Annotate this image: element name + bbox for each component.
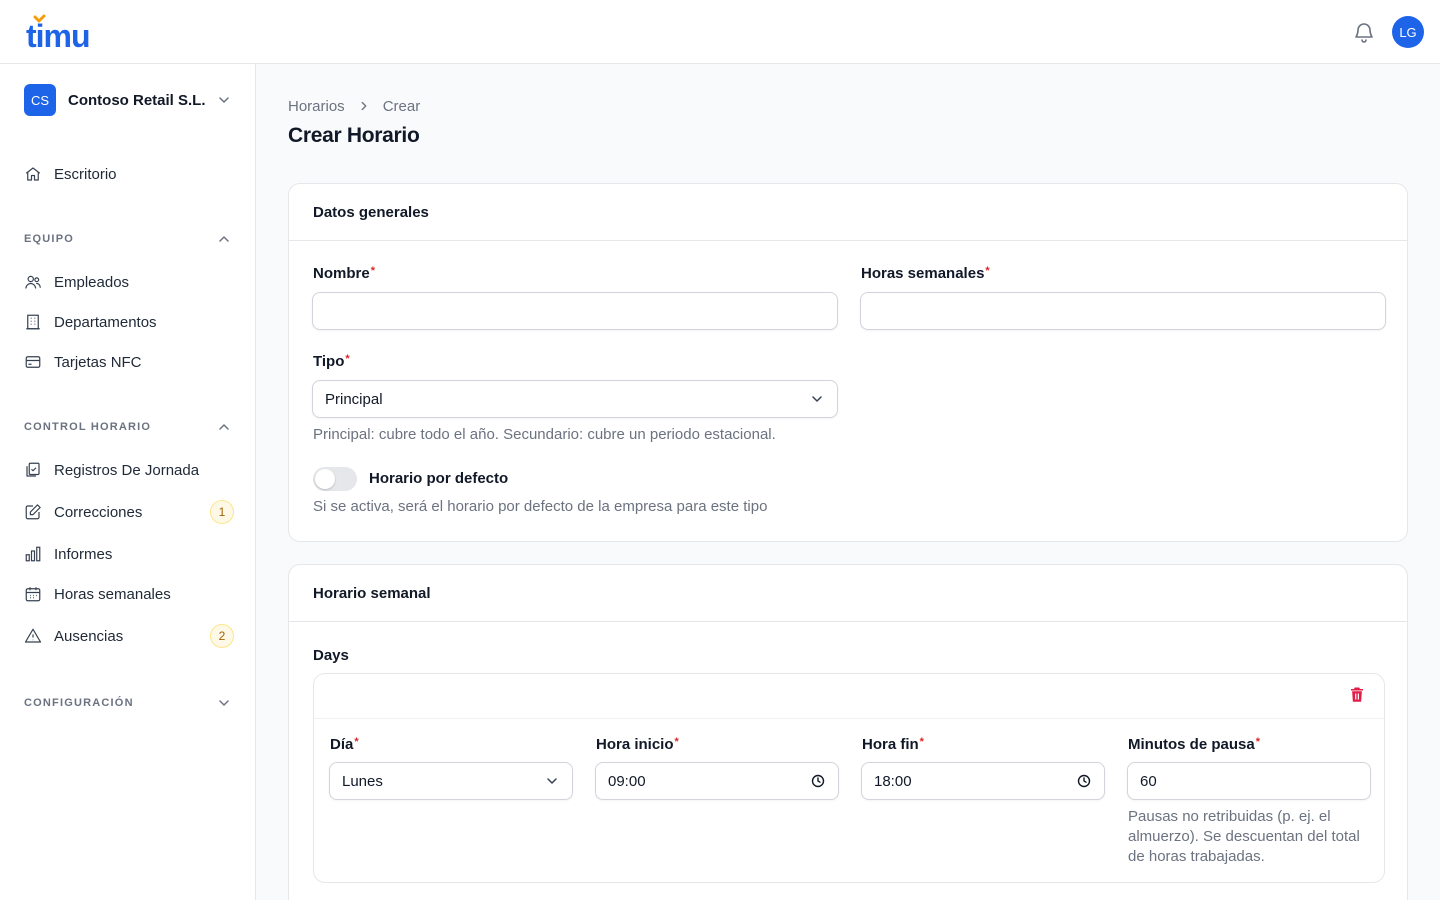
breadcrumb-current: Crear xyxy=(382,97,421,115)
pencil-square-icon xyxy=(25,504,41,520)
users-icon xyxy=(25,275,41,289)
dia-select[interactable]: Lunes xyxy=(329,762,573,800)
day-entry-card: Día* Lunes Hora inicio* 09:00 Hora fin* … xyxy=(313,673,1385,883)
minutos-pausa-input[interactable]: 60 xyxy=(1127,762,1371,800)
logo-icon: timu xyxy=(26,14,91,54)
chevron-down-icon xyxy=(219,97,229,103)
page-title: Crear Horario xyxy=(288,124,420,147)
sidebar-item-label: Horas semanales xyxy=(54,585,171,603)
section-configuracion-toggle[interactable]: CONFIGURACIÓN xyxy=(24,695,232,711)
weekly-schedule-card: Horario semanal Days Día* Lunes Hora ini… xyxy=(288,564,1408,900)
hora-fin-label: Hora fin* xyxy=(862,736,924,753)
sidebar-item-escritorio[interactable]: Escritorio xyxy=(24,162,234,186)
hora-inicio-input[interactable]: 09:00 xyxy=(595,762,839,800)
chevron-right-icon xyxy=(361,101,367,111)
dia-label: Día* xyxy=(330,736,359,753)
top-bar: timu LG xyxy=(0,0,1440,64)
clock-icon[interactable] xyxy=(810,773,826,789)
horario-por-defecto-help: Si se activa, será el horario por defect… xyxy=(313,498,768,515)
tipo-label: Tipo* xyxy=(313,353,350,370)
user-avatar[interactable]: LG xyxy=(1392,16,1424,48)
chevron-up-icon xyxy=(219,424,229,430)
day-entry-header xyxy=(314,674,1384,719)
clock-icon[interactable] xyxy=(1076,773,1092,789)
bar-chart-icon xyxy=(25,546,41,562)
sidebar-item-label: Tarjetas NFC xyxy=(54,353,142,371)
nombre-label: Nombre* xyxy=(313,265,375,282)
section-equipo-toggle[interactable]: EQUIPO xyxy=(24,231,232,247)
chevron-down-icon xyxy=(812,396,822,402)
sidebar-item-label: Ausencias xyxy=(54,627,124,645)
tipo-select[interactable]: Principal xyxy=(312,380,838,418)
calendar-icon xyxy=(25,587,41,602)
chevron-up-icon xyxy=(219,236,229,242)
credit-card-icon xyxy=(25,356,41,368)
horas-semanales-input[interactable] xyxy=(860,292,1386,330)
section-title: EQUIPO xyxy=(24,233,74,245)
tipo-help-text: Principal: cubre todo el año. Secundario… xyxy=(313,426,776,443)
minutos-pausa-label: Minutos de pausa* xyxy=(1128,736,1260,753)
sidebar-item-label: Empleados xyxy=(54,273,130,291)
breadcrumb: Horarios Crear xyxy=(288,96,420,116)
company-avatar: CS xyxy=(24,84,56,116)
chevron-down-icon xyxy=(547,778,557,784)
building-icon xyxy=(26,314,40,330)
company-name: Contoso Retail S.L. xyxy=(68,91,206,109)
hora-inicio-label: Hora inicio* xyxy=(596,736,679,753)
minutos-pausa-help: Pausas no retribuidas (p. ej. el almuerz… xyxy=(1128,808,1360,865)
sidebar-item-label: Correcciones xyxy=(54,503,143,521)
section-title: CONFIGURACIÓN xyxy=(24,697,134,709)
toggle-knob xyxy=(315,469,335,489)
breadcrumb-horarios-link[interactable]: Horarios xyxy=(288,98,345,115)
sidebar-item-label: Registros De Jornada xyxy=(54,461,200,479)
trash-icon[interactable] xyxy=(1348,686,1366,704)
sidebar-item-correcciones[interactable]: Correcciones 1 xyxy=(24,500,234,524)
sidebar-item-informes[interactable]: Informes xyxy=(24,542,234,566)
horas-semanales-label: Horas semanales* xyxy=(861,265,990,282)
ausencias-count-badge: 2 xyxy=(210,624,234,648)
hora-fin-input[interactable]: 18:00 xyxy=(861,762,1105,800)
svg-text:timu: timu xyxy=(26,18,90,50)
horario-por-defecto-label: Horario por defecto xyxy=(369,470,509,487)
home-icon xyxy=(25,167,41,181)
card-title: Datos generales xyxy=(289,184,1407,241)
sidebar-item-empleados[interactable]: Empleados xyxy=(24,270,234,294)
correcciones-count-badge: 1 xyxy=(210,500,234,524)
warning-triangle-icon xyxy=(24,628,42,643)
general-data-card: Datos generales Nombre* Horas semanales*… xyxy=(288,183,1408,542)
notifications-bell-icon[interactable] xyxy=(1352,20,1376,44)
section-control-horario-toggle[interactable]: CONTROL HORARIO xyxy=(24,419,232,435)
sidebar-item-tarjetas-nfc[interactable]: Tarjetas NFC xyxy=(24,350,234,374)
chevron-down-icon xyxy=(219,700,229,706)
clipboard-check-icon xyxy=(26,462,40,477)
section-title: CONTROL HORARIO xyxy=(24,421,152,433)
sidebar-item-departamentos[interactable]: Departamentos xyxy=(24,310,234,334)
timu-logo[interactable]: timu xyxy=(26,14,100,55)
sidebar-item-registros-de-jornada[interactable]: Registros De Jornada xyxy=(24,458,234,482)
sidebar-item-ausencias[interactable]: Ausencias 2 xyxy=(24,624,234,648)
sidebar-item-horas-semanales[interactable]: Horas semanales xyxy=(24,582,234,606)
nombre-input[interactable] xyxy=(312,292,838,330)
sidebar: CS Contoso Retail S.L. Escritorio EQUIPO… xyxy=(0,64,256,900)
company-switcher[interactable]: CS Contoso Retail S.L. xyxy=(24,84,232,116)
days-label: Days xyxy=(313,647,349,664)
sidebar-item-label: Departamentos xyxy=(54,313,157,331)
card-title: Horario semanal xyxy=(289,565,1407,622)
sidebar-item-label: Escritorio xyxy=(54,165,117,183)
horario-por-defecto-toggle[interactable] xyxy=(313,467,357,491)
sidebar-item-label: Informes xyxy=(54,545,113,563)
